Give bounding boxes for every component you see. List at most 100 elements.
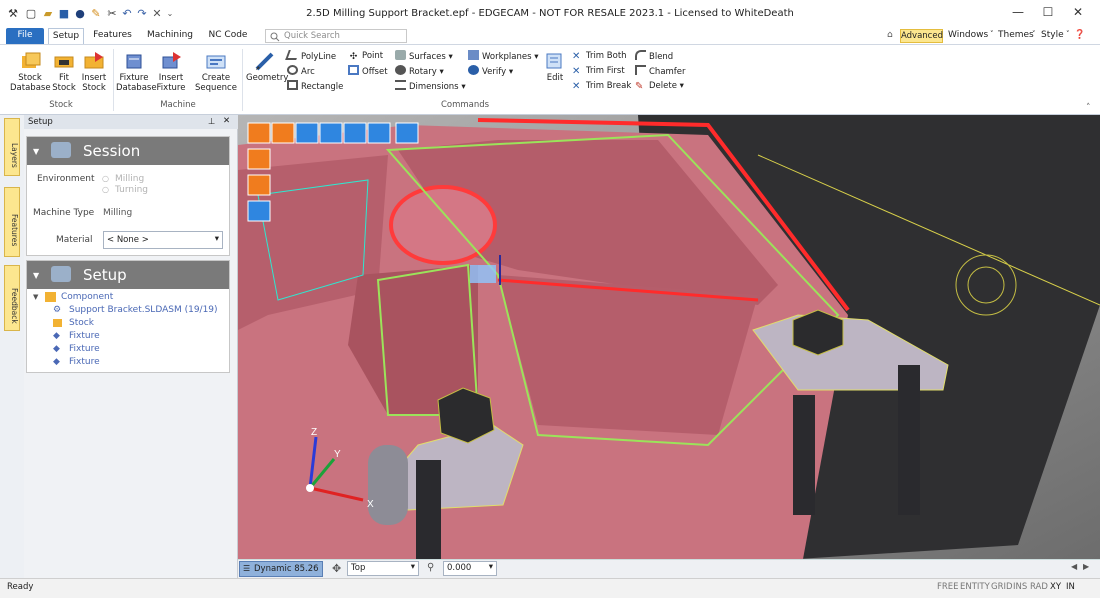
rotary-button[interactable]: Rotary ▾ xyxy=(395,65,444,78)
chamfer-label: Chamfer xyxy=(649,67,686,77)
themes-menu[interactable]: Themes xyxy=(998,30,1034,40)
environment-label: Environment xyxy=(37,174,95,184)
help-icon[interactable]: ❓ xyxy=(1074,30,1085,40)
stock-database-button[interactable]: Stock Database xyxy=(10,51,51,93)
pencil-icon xyxy=(255,52,274,71)
status-flag-entity[interactable]: ENTITY xyxy=(960,582,990,592)
material-select[interactable]: < None > ▾ xyxy=(103,231,223,249)
tree-item[interactable]: Stock xyxy=(69,318,94,328)
tree-expand-icon[interactable]: ▼ xyxy=(33,293,38,301)
style-menu[interactable]: Style xyxy=(1041,30,1064,40)
status-flag-grid[interactable]: GRID xyxy=(991,582,1013,592)
view-split-icon[interactable] xyxy=(295,122,319,144)
trim-both-icon: ✕ xyxy=(572,51,581,62)
session-header[interactable]: ▼ Session xyxy=(27,137,229,165)
pin-icon[interactable]: ⊥ xyxy=(208,117,215,127)
side-tab-features[interactable]: Features xyxy=(4,187,20,257)
collapse-icon[interactable]: ▼ xyxy=(33,147,39,156)
tree-component[interactable]: Component xyxy=(61,292,113,302)
chamfer-button[interactable]: Chamfer xyxy=(635,65,686,78)
search-placeholder: Quick Search xyxy=(284,31,340,41)
graphics-viewport[interactable]: Z X Y xyxy=(238,115,1100,559)
setup-panel: Setup ⊥ ✕ ▼ Session Environment ○ Millin… xyxy=(24,115,238,578)
quick-search-input[interactable]: Quick Search xyxy=(265,29,407,43)
scroll-right-icon[interactable]: ▶ xyxy=(1083,562,1089,571)
rectangle-button[interactable]: Rectangle xyxy=(287,80,343,93)
surfaces-button[interactable]: Surfaces ▾ xyxy=(395,50,453,63)
view-iso-icon[interactable] xyxy=(247,122,271,144)
geometry-button[interactable]: Geometry xyxy=(246,51,288,83)
minimize-button[interactable]: — xyxy=(1003,5,1033,21)
trim-both-button[interactable]: ✕ Trim Both xyxy=(572,50,627,63)
tab-nc-code[interactable]: NC Code xyxy=(204,28,252,44)
scroll-left-icon[interactable]: ◀ xyxy=(1071,562,1077,571)
grid-icon[interactable] xyxy=(395,122,419,144)
view-front-icon[interactable] xyxy=(247,148,271,170)
delete-button[interactable]: ✎ Delete ▾ xyxy=(635,80,684,93)
side-tab-layers[interactable]: Layers xyxy=(4,118,20,176)
status-flag-in[interactable]: IN xyxy=(1066,582,1075,592)
collapse-ribbon-icon[interactable]: ˄ xyxy=(1086,103,1091,113)
create-sequence-button[interactable]: Create Sequence xyxy=(192,51,240,93)
tree-item[interactable]: Support Bracket.SLDASM (19/19) xyxy=(69,305,218,315)
view-wire-icon[interactable] xyxy=(247,200,271,222)
trim-first-button[interactable]: ✕ Trim First xyxy=(572,65,625,78)
tree-item[interactable]: Fixture xyxy=(69,357,100,367)
stock-database-icon xyxy=(22,52,41,68)
tree-item[interactable]: Fixture xyxy=(69,344,100,354)
advanced-toggle[interactable]: Advanced xyxy=(900,29,943,43)
edit-button[interactable]: Edit xyxy=(543,51,567,83)
fit-stock-button[interactable]: Fit Stock xyxy=(50,51,78,93)
view-select[interactable]: Top ▾ xyxy=(347,561,419,576)
status-flag-free[interactable]: FREE xyxy=(937,582,959,592)
zoom-icon[interactable] xyxy=(343,122,367,144)
status-flag-xy[interactable]: XY xyxy=(1050,582,1061,592)
close-panel-icon[interactable]: ✕ xyxy=(223,116,230,126)
windows-dropdown-icon[interactable]: ˅ xyxy=(990,30,994,38)
insert-stock-button[interactable]: Insert Stock xyxy=(79,51,109,93)
tab-setup[interactable]: Setup xyxy=(48,28,84,44)
tab-features[interactable]: Features xyxy=(90,28,135,44)
view-plane-icon[interactable] xyxy=(319,122,343,144)
setup-header[interactable]: ▼ Setup xyxy=(27,261,229,289)
ribbon-tabs: File Setup Features Machining NC Code Qu… xyxy=(0,28,1100,44)
arc-button[interactable]: Arc xyxy=(287,65,315,78)
workplanes-button[interactable]: Workplanes ▾ xyxy=(468,50,539,63)
workplane-marker[interactable] xyxy=(470,265,496,283)
style-dropdown-icon[interactable]: ˅ xyxy=(1066,30,1070,38)
status-flag-ins[interactable]: INS xyxy=(1013,582,1027,592)
collapse-icon[interactable]: ▼ xyxy=(33,271,39,280)
point-button[interactable]: ✣ Point xyxy=(348,50,383,63)
windows-menu[interactable]: Windows xyxy=(948,30,988,40)
polyline-button[interactable]: PolyLine xyxy=(285,50,336,63)
blend-button[interactable]: Blend xyxy=(635,50,673,63)
rotary-icon xyxy=(395,65,406,75)
insert-fixture-button[interactable]: Insert Fixture xyxy=(153,51,189,93)
surfaces-icon xyxy=(395,50,406,60)
view-side-icon[interactable] xyxy=(247,174,271,196)
side-tab-feedback[interactable]: Feedback xyxy=(4,265,20,331)
tree-item[interactable]: Fixture xyxy=(69,331,100,341)
trim-break-button[interactable]: ✕ Trim Break xyxy=(572,80,631,93)
tab-file[interactable]: File xyxy=(6,28,44,44)
cad-scene[interactable]: Z X Y xyxy=(238,115,1100,559)
turning-radio[interactable]: ○ xyxy=(102,185,109,194)
dimensions-button[interactable]: Dimensions ▾ xyxy=(395,80,466,93)
dropdown-arrow-icon: ▾ xyxy=(461,82,466,92)
verify-button[interactable]: Verify ▾ xyxy=(468,65,513,78)
list-icon[interactable] xyxy=(367,122,391,144)
themes-dropdown-icon[interactable]: ˅ xyxy=(1032,30,1036,38)
tab-machining[interactable]: Machining xyxy=(142,28,198,44)
milling-radio[interactable]: ○ xyxy=(102,174,109,183)
depth-select[interactable]: 0.000 ▾ xyxy=(443,561,497,576)
offset-button[interactable]: Offset xyxy=(348,65,388,78)
status-flag-rad[interactable]: RAD xyxy=(1030,582,1048,592)
view-shaded-icon[interactable] xyxy=(271,122,295,144)
maximize-button[interactable]: ☐ xyxy=(1033,5,1063,21)
dynamic-zoom-field[interactable]: ☰ Dynamic 85.26 xyxy=(239,561,323,577)
fixture-database-button[interactable]: Fixture Database xyxy=(116,51,157,93)
close-button[interactable]: ✕ xyxy=(1063,5,1093,21)
dropdown-arrow-icon: ▾ xyxy=(508,67,514,77)
turning-label: Turning xyxy=(115,185,148,195)
home-icon[interactable]: ⌂ xyxy=(887,30,893,40)
